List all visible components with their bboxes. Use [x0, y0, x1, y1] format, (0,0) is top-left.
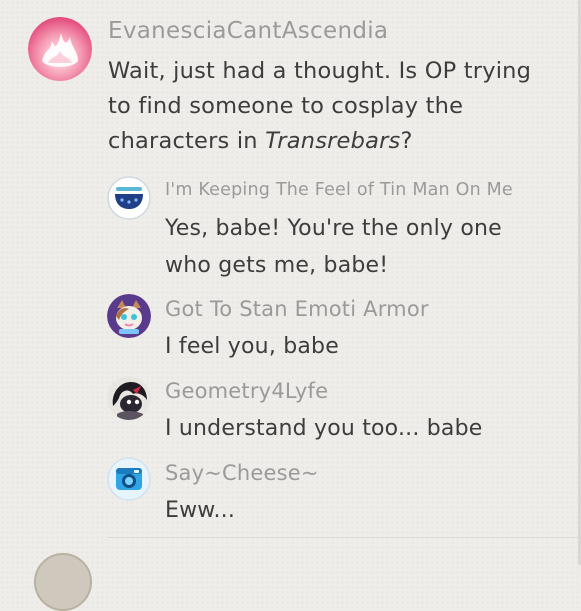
main-comment-line-1: Wait, just had a thought. Is OP trying [108, 58, 532, 84]
reply-text-line-2: who gets me, babe! [165, 253, 389, 278]
reply-username[interactable]: I'm Keeping The Feel of Tin Man On Me [165, 180, 513, 200]
main-comment-text: Wait, just had a thought. Is OP trying t… [108, 54, 531, 159]
main-comment-line-3: characters in Transrebars? [108, 124, 531, 159]
reply-text: I understand you too... babe [165, 410, 482, 447]
main-comment-username[interactable]: EvanesciaCantAscendia [108, 18, 388, 44]
main-comment-line-3-suffix: ? [400, 128, 413, 154]
reply-username[interactable]: Geometry4Lyfe [165, 379, 328, 403]
main-comment-italic-title: Transrebars [265, 128, 401, 154]
reply-text-line-1: Eww... [165, 498, 236, 523]
camera-avatar-icon[interactable] [107, 457, 151, 501]
pink-flame-avatar-icon[interactable] [28, 17, 92, 81]
reply-text-line-1: I feel you, babe [165, 334, 339, 359]
cat-mask-avatar-icon[interactable] [107, 294, 151, 338]
reply-text-line-1: Yes, babe! You're the only one [165, 216, 502, 241]
next-comment-avatar-icon[interactable] [34, 553, 92, 611]
reply-text: Eww... [165, 492, 235, 529]
reply-text: I feel you, babe [165, 328, 339, 365]
reply-username[interactable]: Got To Stan Emoti Armor [165, 297, 429, 321]
dark-character-avatar-icon[interactable] [107, 376, 151, 420]
reply-text: Yes, babe! You're the only one who gets … [165, 210, 502, 284]
blue-bowl-avatar-icon[interactable] [107, 176, 151, 220]
main-comment-line-2: to find someone to cosplay the [108, 93, 464, 119]
comment-divider [108, 537, 578, 538]
reply-username[interactable]: Say~Cheese~ [165, 461, 319, 485]
reply-text-line-1: I understand you too... babe [165, 416, 483, 441]
main-comment-line-3-prefix: characters in [108, 128, 266, 154]
